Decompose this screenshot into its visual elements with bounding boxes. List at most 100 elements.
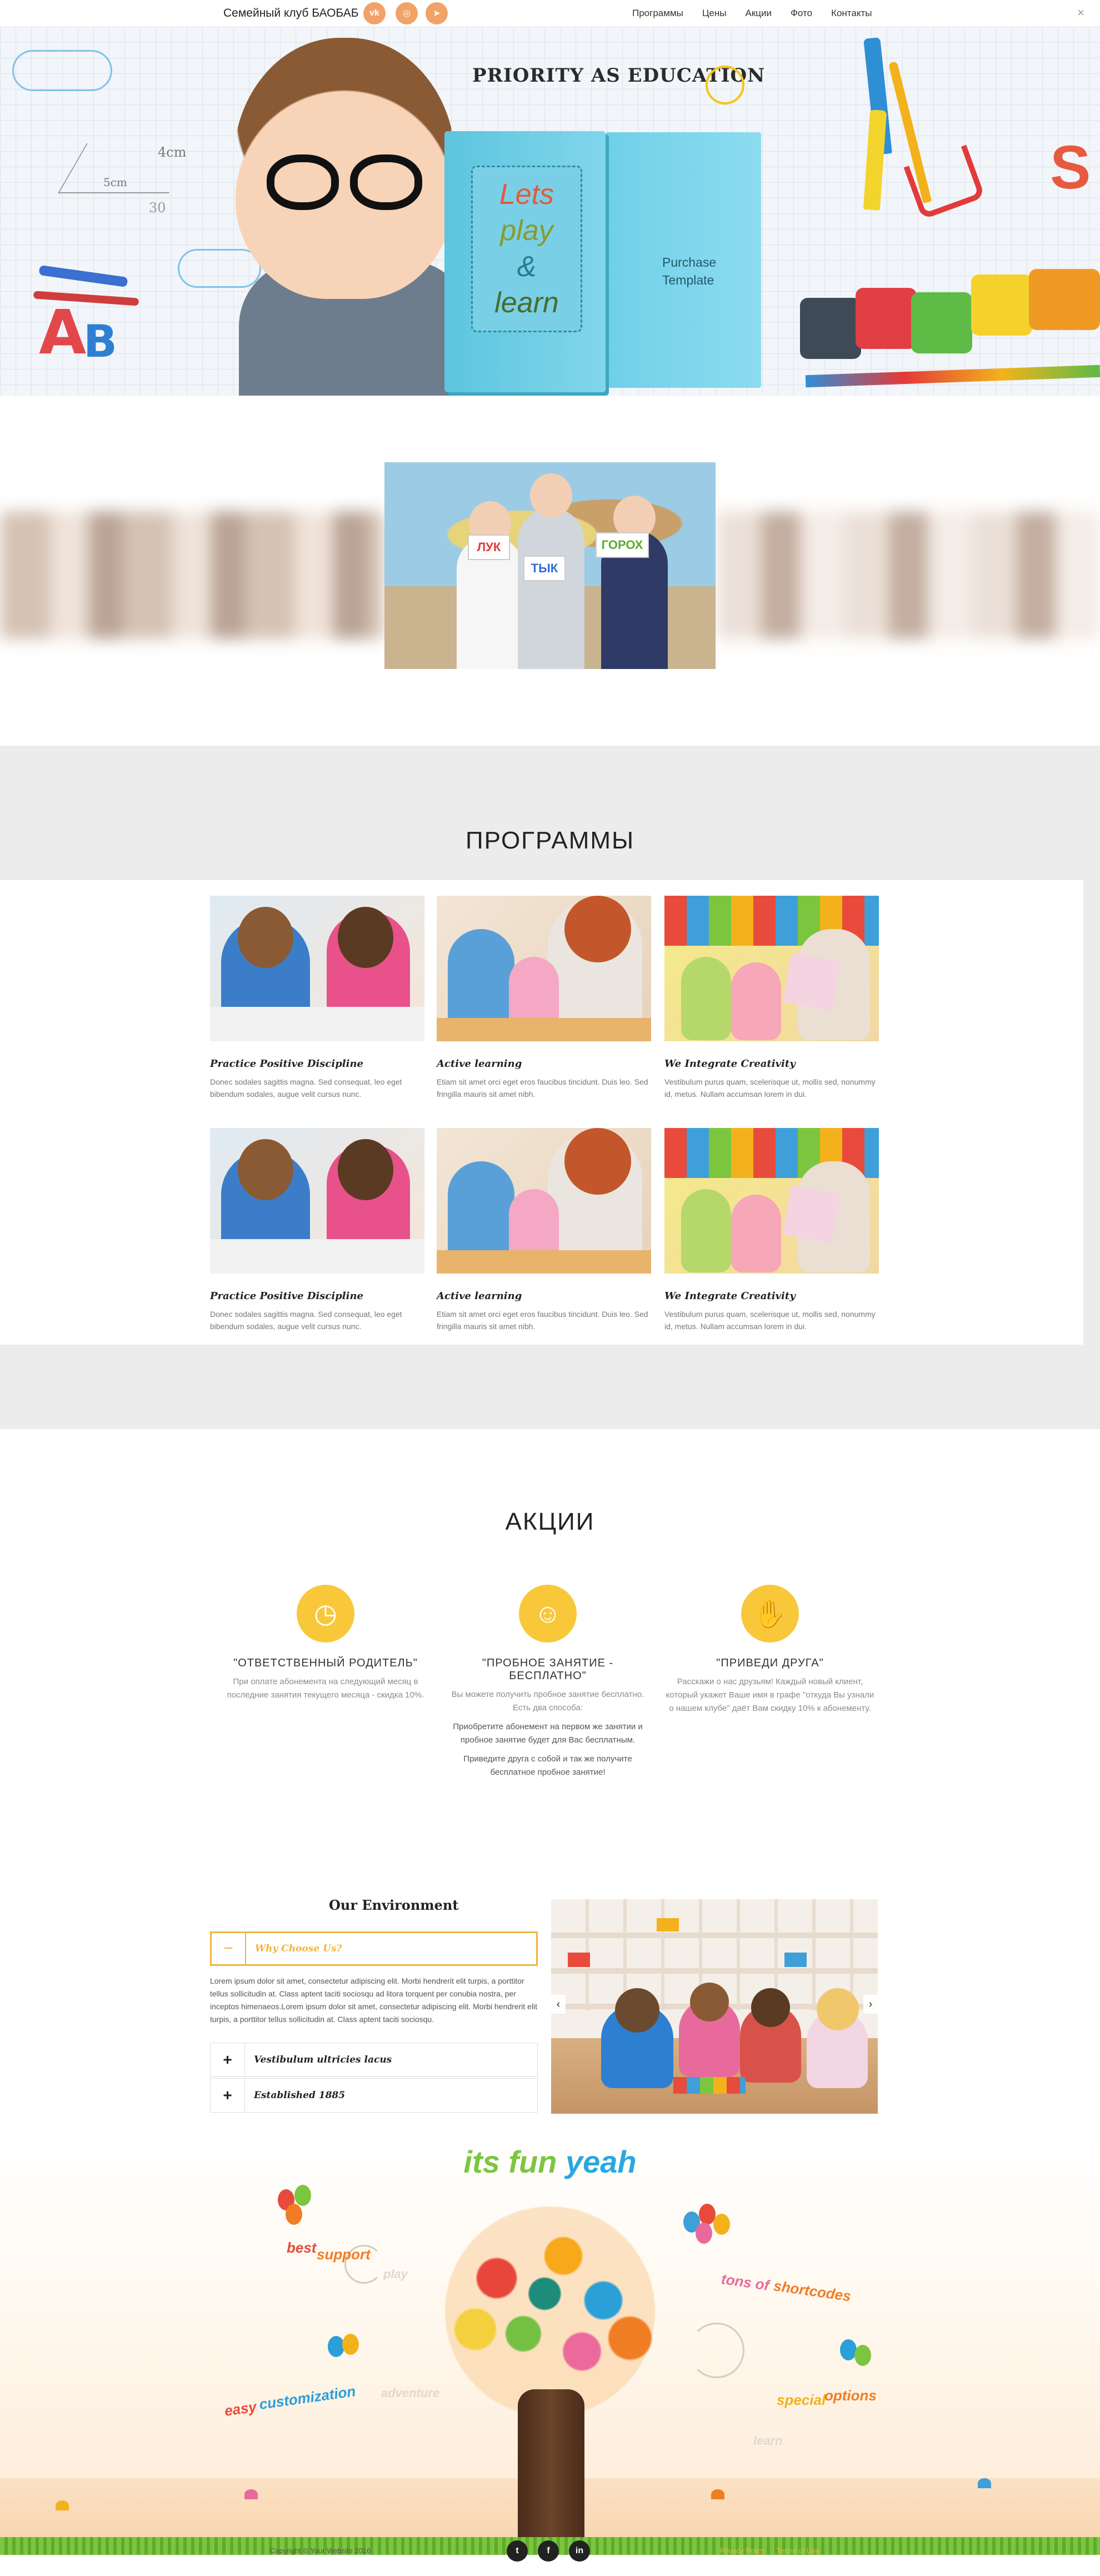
balloon-icon <box>696 2223 712 2244</box>
promotion-text: Вы можете получить пробное занятие беспл… <box>451 1690 644 1713</box>
cloud-doodle <box>178 249 261 288</box>
program-title[interactable]: We Integrate Creativity <box>664 1290 879 1302</box>
blurred-gallery-right <box>717 511 1100 639</box>
sun-doodle-icon <box>706 66 744 104</box>
balloon-icon <box>342 2334 359 2355</box>
feature-word: special <box>777 2392 826 2408</box>
environment-slider[interactable]: ‹ › <box>551 1899 878 2114</box>
accordion-label[interactable]: Established 1885 <box>254 2090 345 2101</box>
program-image[interactable] <box>664 1128 879 1274</box>
fun-title: its fun yeah <box>0 2144 1100 2180</box>
accordion-item[interactable]: + Vestibulum ultricies lacus <box>210 2043 538 2077</box>
program-text: Etiam sit amet orci eget eros faucibus t… <box>437 1310 648 1331</box>
shelf <box>551 1968 878 1974</box>
program-text: Etiam sit amet orci eget eros faucibus t… <box>437 1077 648 1099</box>
glasses-lens <box>267 154 339 210</box>
program-title[interactable]: Practice Positive Discipline <box>210 1290 424 1302</box>
chalk-label: 30 <box>149 200 166 216</box>
boy-illustration <box>233 38 456 299</box>
environment-title: Our Environment <box>329 1897 459 1913</box>
balloon-icon <box>713 2214 730 2235</box>
promotion-text: Приведите друга с собой и так же получит… <box>463 1754 632 1777</box>
purchase-line: Purchase <box>662 255 717 269</box>
shelf <box>551 1933 878 1938</box>
paint-pot <box>971 274 1032 336</box>
feature-word: support <box>317 2246 371 2263</box>
program-image[interactable] <box>210 896 424 1041</box>
feature-word: best <box>287 2239 317 2256</box>
blurred-gallery-left <box>0 511 383 639</box>
hero-banner: 4cm 5cm 30 A B Lets play & learn Purchas… <box>0 27 1100 396</box>
slider-prev-button[interactable]: ‹ <box>551 1995 566 2014</box>
program-card[interactable]: Active learning Etiam sit amet orci eget… <box>437 896 651 1100</box>
kid-head <box>530 473 572 518</box>
accordion-content: Lorem ipsum dolor sit amet, consectetur … <box>210 1976 538 2024</box>
book-label: Lets play & learn <box>471 166 582 332</box>
cloud-doodle <box>12 50 112 91</box>
letter-card: ЛУК <box>468 535 510 560</box>
expand-icon[interactable]: + <box>211 2079 245 2112</box>
accordion-label[interactable]: Why Choose Us? <box>255 1943 342 1954</box>
top-bar: Семейный клуб БАОБАБ vk ◎ ➤ Программы Це… <box>0 0 1100 27</box>
nav-item-contacts[interactable]: Контакты <box>831 8 872 19</box>
promotion-heading: "ПРОБНОЕ ЗАНЯТИЕ - БЕСПЛАТНО" <box>482 1657 614 1682</box>
letter-card: ГОРОХ <box>596 532 649 558</box>
book-line: learn <box>494 287 559 319</box>
program-card[interactable]: Practice Positive Discipline Donec sodal… <box>210 1128 424 1332</box>
faint-word: adventure <box>381 2386 440 2400</box>
tree-trunk <box>518 2389 584 2539</box>
program-title[interactable]: Active learning <box>437 1290 651 1302</box>
collapse-icon[interactable]: − <box>212 1933 246 1964</box>
paint-pot <box>1029 269 1100 330</box>
book-line: & <box>517 251 537 283</box>
program-card[interactable]: Practice Positive Discipline Donec sodal… <box>210 896 424 1100</box>
promotion-item: ✋ "ПРИВЕДИ ДРУГА" Расскажи о нас друзьям… <box>664 1585 876 1715</box>
nav-item-promotions[interactable]: Акции <box>745 8 772 19</box>
expand-icon[interactable]: + <box>211 2043 245 2076</box>
book-line: Lets <box>499 178 554 211</box>
telegram-icon[interactable]: ➤ <box>426 2 448 24</box>
paint-pot <box>911 292 972 353</box>
instagram-icon[interactable]: ◎ <box>396 2 418 24</box>
vk-icon[interactable]: vk <box>363 2 386 24</box>
program-card[interactable]: Active learning Etiam sit amet orci eget… <box>437 1128 651 1332</box>
twitter-icon[interactable]: t <box>507 2540 528 2562</box>
privacy-policy-link[interactable]: Privacy Policy <box>720 2547 765 2555</box>
chalk-label: 5cm <box>103 176 127 189</box>
program-image[interactable] <box>437 1128 651 1274</box>
program-card[interactable]: We Integrate Creativity Vestibulum purus… <box>664 1128 879 1332</box>
program-image[interactable] <box>664 896 879 1041</box>
accordion-label[interactable]: Vestibulum ultricies lacus <box>254 2054 392 2065</box>
kid-figure <box>518 508 584 669</box>
slider-next-button[interactable]: › <box>863 1995 878 2014</box>
terms-of-use-link[interactable]: Terms of Use <box>777 2547 819 2555</box>
program-card[interactable]: We Integrate Creativity Vestibulum purus… <box>664 896 879 1100</box>
site-title[interactable]: Семейный клуб БАОБАБ <box>223 7 359 20</box>
linkedin-icon[interactable]: in <box>569 2540 590 2562</box>
program-text: Donec sodales sagittis magna. Sed conseq… <box>210 1310 402 1331</box>
accordion-item-open[interactable]: − Why Choose Us? <box>210 1931 538 1966</box>
chalk-label: 4cm <box>158 144 187 160</box>
promotion-item: ◷ "ОТВЕТСТВЕННЫЙ РОДИТЕЛЬ" При оплате аб… <box>220 1585 431 1702</box>
program-title[interactable]: Active learning <box>437 1058 651 1070</box>
program-text: Vestibulum purus quam, scelerisque ut, m… <box>664 1310 876 1331</box>
promotion-text: При оплате абонемента на следующий месяц… <box>227 1677 424 1700</box>
letter-card: ТЫК <box>523 556 566 581</box>
nav-item-photo[interactable]: Фото <box>791 8 812 19</box>
accordion-item[interactable]: + Established 1885 <box>210 2078 538 2113</box>
balloon-icon <box>854 2345 871 2366</box>
gallery-photo-kids[interactable]: ЛУК ТЫК ГОРОХ <box>384 462 716 669</box>
faint-word: play <box>383 2267 408 2281</box>
clock-icon: ◷ <box>297 1585 354 1643</box>
nav-item-programs[interactable]: Программы <box>632 8 683 19</box>
promotion-heading: "ОТВЕТСТВЕННЫЙ РОДИТЕЛЬ" <box>233 1657 418 1669</box>
program-image[interactable] <box>437 896 651 1041</box>
close-icon[interactable]: × <box>1077 6 1084 20</box>
program-title[interactable]: Practice Positive Discipline <box>210 1058 424 1070</box>
program-image[interactable] <box>210 1128 424 1274</box>
promotion-text: Приобретите абонемент на первом же занят… <box>453 1722 643 1745</box>
nav-item-prices[interactable]: Цены <box>702 8 727 19</box>
facebook-icon[interactable]: f <box>538 2540 559 2562</box>
program-title[interactable]: We Integrate Creativity <box>664 1058 879 1070</box>
purchase-template-link[interactable]: Purchase Template <box>662 253 716 289</box>
